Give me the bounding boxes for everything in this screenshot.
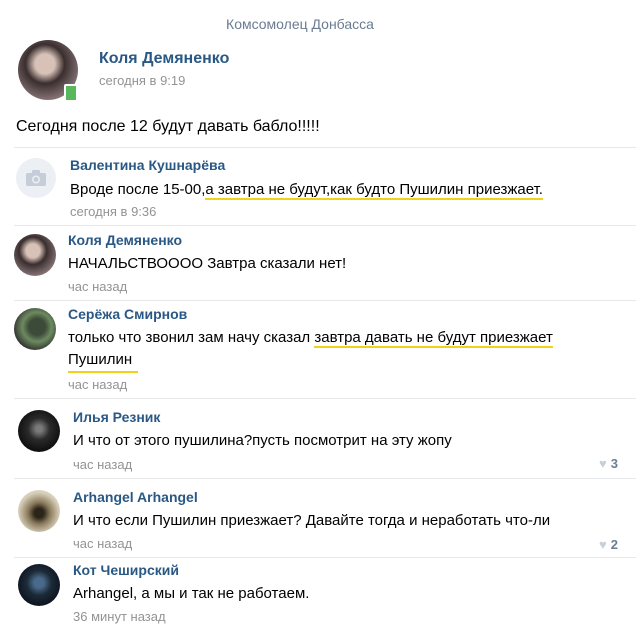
post-time[interactable]: сегодня в 9:19: [99, 73, 185, 88]
comment-avatar[interactable]: [18, 564, 60, 606]
comment-author[interactable]: Кот Чеширский: [73, 562, 179, 578]
comment-time[interactable]: час назад: [73, 457, 132, 472]
comment-text: И что если Пушилин приезжает? Давайте то…: [73, 512, 551, 529]
comment-text: И что от этого пушилина?пусть посмотрит …: [73, 432, 452, 449]
heart-icon: ♥: [599, 456, 607, 471]
comment-time[interactable]: час назад: [73, 536, 132, 551]
comment-avatar[interactable]: [18, 410, 60, 452]
divider: [14, 478, 636, 479]
post-text: Сегодня после 12 будут давать бабло!!!!!: [16, 118, 320, 135]
comment-text-line2: Пушилин: [68, 351, 133, 368]
comment-text: Вроде после 15-00,а завтра не будут,как …: [70, 181, 543, 200]
comment-author[interactable]: Илья Резник: [73, 409, 160, 425]
divider: [14, 225, 636, 226]
heart-icon: ♥: [599, 537, 607, 552]
comment-author[interactable]: Серёжа Смирнов: [68, 306, 187, 322]
divider: [14, 147, 636, 148]
divider: [14, 398, 636, 399]
group-name[interactable]: Комсомолец Донбасса: [0, 16, 600, 32]
comment-time[interactable]: 36 минут назад: [73, 609, 166, 624]
comment-avatar[interactable]: [16, 158, 56, 198]
comment-author[interactable]: Коля Демяненко: [68, 232, 182, 248]
comment-text: Arhangel, а мы и так не работаем.: [73, 585, 310, 602]
comment-author[interactable]: Валентина Кушнарёва: [70, 157, 225, 173]
comment-text: только что звонил зам начу сказал завтра…: [68, 329, 553, 348]
divider: [14, 300, 636, 301]
post-author-name[interactable]: Коля Демяненко: [99, 50, 229, 68]
camera-icon: [26, 170, 46, 186]
like-button[interactable]: ♥ 2: [599, 537, 618, 552]
comment-avatar[interactable]: [14, 308, 56, 350]
like-button[interactable]: ♥ 3: [599, 456, 618, 471]
comment-time[interactable]: час назад: [68, 279, 127, 294]
comment-avatar[interactable]: [14, 234, 56, 276]
comment-time[interactable]: час назад: [68, 377, 127, 392]
highlight-underline: [68, 371, 138, 373]
like-count: 2: [610, 537, 618, 552]
comment-avatar[interactable]: [18, 490, 60, 532]
comment-author[interactable]: Arhangel Arhangel: [73, 489, 198, 505]
divider: [14, 557, 636, 558]
like-count: 3: [610, 456, 618, 471]
comment-text: НАЧАЛЬСТВОООО Завтра сказали нет!: [68, 255, 347, 272]
comment-time[interactable]: сегодня в 9:36: [70, 204, 156, 219]
mobile-online-icon: [64, 84, 78, 102]
